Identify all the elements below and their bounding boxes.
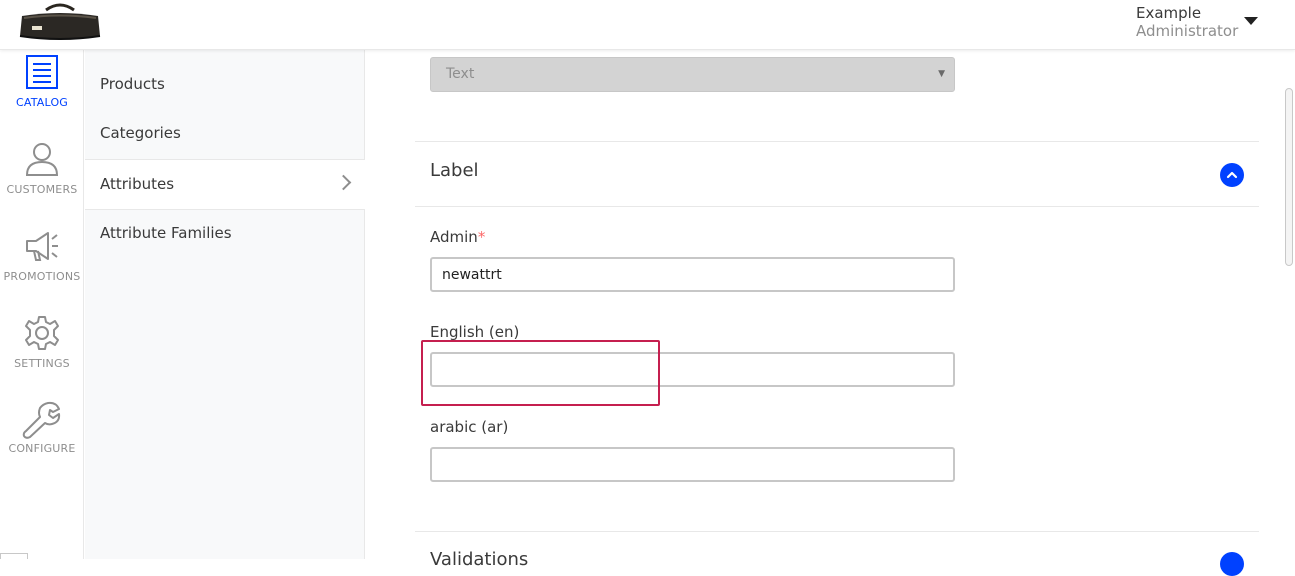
top-header: Example Administrator <box>0 0 1295 50</box>
subnav-item-products[interactable]: Products <box>85 60 365 109</box>
attribute-type-value: Text <box>446 66 475 82</box>
subnav-item-label: Categories <box>100 124 181 142</box>
collapse-toggle-button[interactable] <box>1220 552 1244 576</box>
nav-label-promotions: PROMOTIONS <box>3 270 81 283</box>
arabic-label: arabic (ar) <box>430 418 509 436</box>
page-scrollbar[interactable] <box>1283 50 1295 559</box>
nav-settings[interactable]: SETTINGS <box>0 315 84 395</box>
nav-customers[interactable]: CUSTOMERS <box>0 141 84 221</box>
nav-label-configure: CONFIGURE <box>8 442 76 455</box>
attribute-type-select[interactable]: Text ▼ <box>430 57 955 92</box>
english-label: English (en) <box>430 323 520 341</box>
promotions-icon <box>26 232 58 261</box>
subnav-item-attribute-families[interactable]: Attribute Families <box>85 209 365 258</box>
account-dropdown-icon[interactable] <box>1244 17 1258 25</box>
admin-label-input[interactable] <box>430 257 955 292</box>
customers-icon <box>25 143 59 176</box>
subnav-item-label: Attributes <box>100 175 175 193</box>
configure-icon <box>22 401 61 439</box>
subnav-item-attributes[interactable]: Attributes <box>85 159 365 210</box>
catalog-subnav: Products Categories Attributes Attribute… <box>85 50 365 559</box>
label-section-header[interactable]: Label <box>415 141 1259 207</box>
section-title: Validations <box>430 549 529 570</box>
admin-label: Admin* <box>430 228 485 246</box>
subnav-item-categories[interactable]: Categories <box>85 109 365 158</box>
chevron-down-icon: ▼ <box>938 69 945 79</box>
nav-label-catalog: CATALOG <box>15 96 69 109</box>
nav-configure[interactable]: CONFIGURE <box>0 400 84 480</box>
admin-label-text: Admin <box>430 228 478 246</box>
nav-catalog[interactable]: CATALOG <box>0 54 84 134</box>
chevron-up-icon <box>1226 171 1238 179</box>
corner-tab <box>0 553 28 559</box>
brand-logo[interactable] <box>18 2 102 40</box>
nav-label-customers: CUSTOMERS <box>6 183 78 196</box>
subnav-item-label: Attribute Families <box>100 224 232 242</box>
collapse-toggle-button[interactable] <box>1220 163 1244 187</box>
required-mark: * <box>477 228 486 246</box>
main-nav: CATALOG CUSTOMERS PROMOTIONS SETTINGS CO… <box>0 50 84 559</box>
settings-icon <box>25 316 59 350</box>
chevron-right-icon <box>335 174 352 191</box>
arabic-label-input[interactable] <box>430 447 955 482</box>
validations-section-header[interactable]: Validations <box>415 531 1259 576</box>
nav-promotions[interactable]: PROMOTIONS <box>0 228 84 308</box>
subnav-item-label: Products <box>100 75 165 93</box>
scrollbar-thumb[interactable] <box>1285 88 1293 266</box>
section-title: Label <box>430 160 479 181</box>
english-label-input[interactable] <box>430 352 955 387</box>
user-role[interactable]: Administrator <box>1136 22 1238 40</box>
catalog-icon <box>26 55 58 89</box>
nav-label-settings: SETTINGS <box>14 357 70 370</box>
user-name[interactable]: Example <box>1136 4 1201 22</box>
